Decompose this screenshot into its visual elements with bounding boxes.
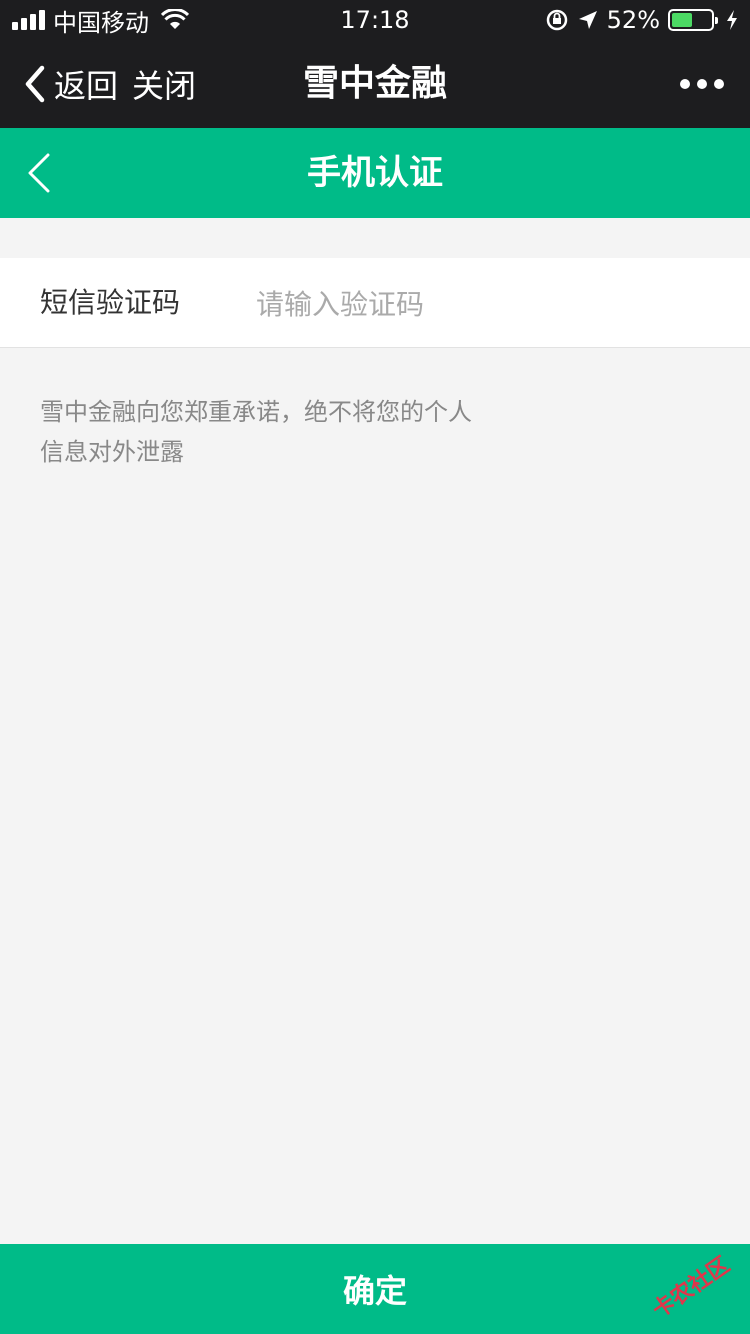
sms-code-row: 短信验证码 [0,258,750,348]
status-bar: 中国移动 17:18 52% [0,0,750,40]
battery-percent: 52% [606,6,660,34]
nav-close-button[interactable]: 关闭 [132,40,196,128]
location-icon [578,11,597,29]
battery-icon [668,9,718,31]
status-right: 52% [545,4,738,36]
chevron-left-icon [25,65,45,103]
orientation-lock-icon [546,9,567,31]
sms-code-input[interactable] [256,280,716,328]
nav-back-button[interactable]: 返回 [20,40,118,128]
battery-fill [672,13,692,27]
charging-icon [727,10,737,30]
privacy-notice: 雪中金融向您郑重承诺，绝不将您的个人信息对外泄露 [40,398,472,466]
page-title: 手机认证 [307,153,443,193]
nav-back-label: 返回 [54,67,119,105]
sms-code-label: 短信验证码 [40,286,181,319]
page-header: 手机认证 [0,128,750,218]
page: 中国移动 17:18 52% 返回 关闭 雪中金融 手机认证 短信验证码 请输入… [0,0,750,1334]
more-menu-icon[interactable] [680,40,724,128]
nav-bar: 返回 关闭 雪中金融 [0,40,750,128]
